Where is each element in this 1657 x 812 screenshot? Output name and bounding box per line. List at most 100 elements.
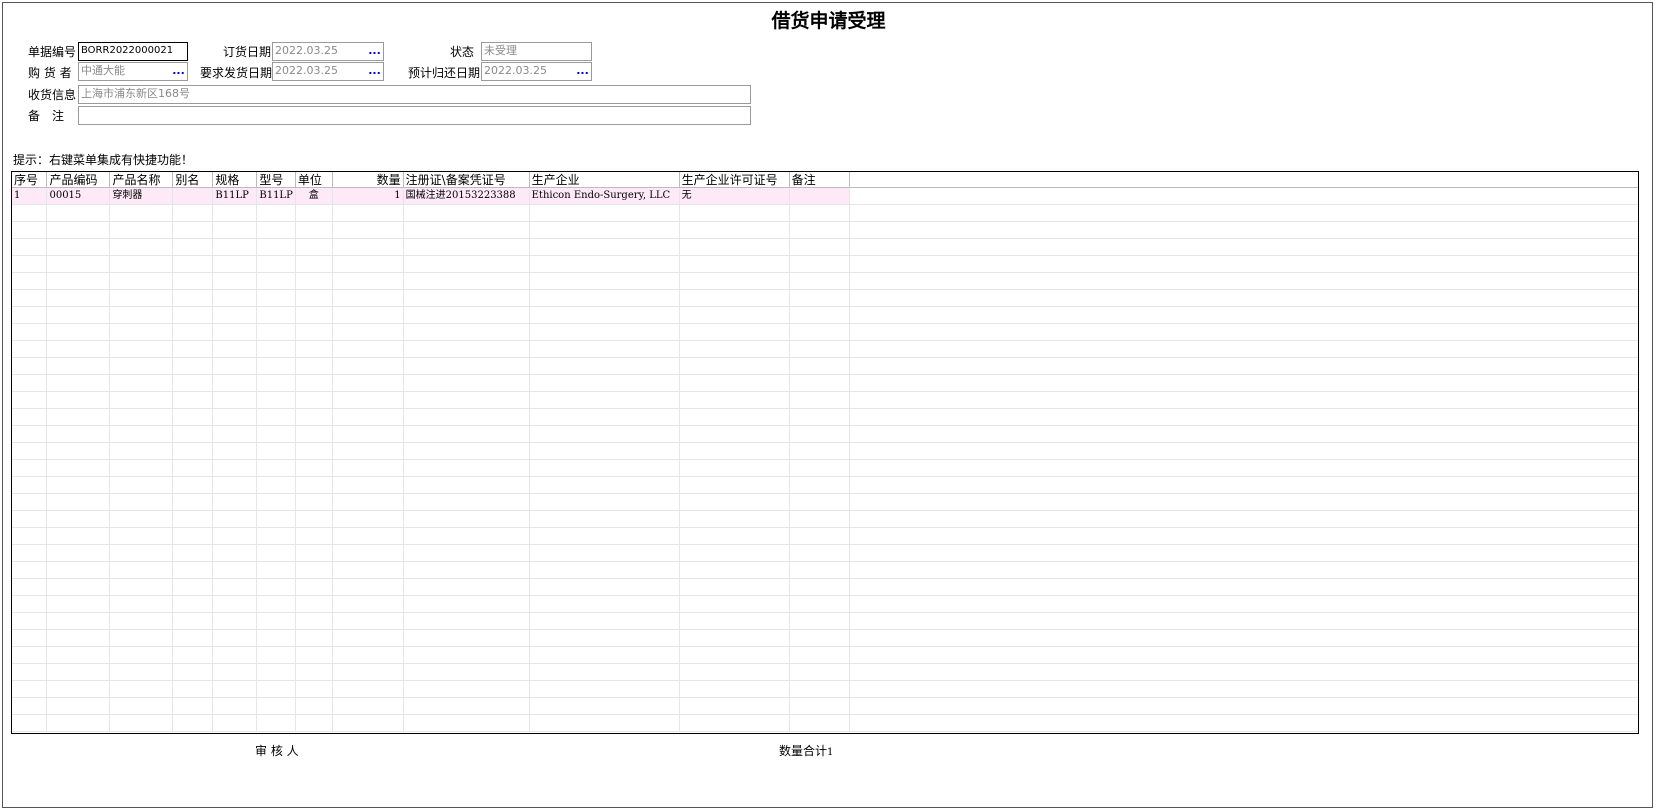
empty-table-row[interactable] <box>12 646 1638 664</box>
table-cell[interactable] <box>529 323 680 341</box>
table-cell[interactable] <box>172 510 214 528</box>
table-cell[interactable] <box>529 612 680 630</box>
table-cell[interactable] <box>256 612 296 630</box>
table-cell[interactable] <box>212 459 258 477</box>
table-cell[interactable] <box>212 425 258 443</box>
table-cell[interactable] <box>679 374 790 392</box>
table-cell[interactable] <box>679 323 790 341</box>
table-cell[interactable] <box>332 374 404 392</box>
return-date-field[interactable]: 2022.03.25 ... <box>481 62 592 81</box>
empty-table-row[interactable] <box>12 408 1638 426</box>
table-cell[interactable] <box>332 442 404 460</box>
table-cell[interactable] <box>529 391 680 409</box>
table-cell[interactable] <box>172 680 214 698</box>
table-cell[interactable] <box>172 289 214 307</box>
table-cell[interactable] <box>212 408 258 426</box>
table-cell[interactable] <box>12 663 48 681</box>
table-cell[interactable] <box>256 204 296 222</box>
grid-header-col[interactable]: 序号 <box>12 172 48 188</box>
table-cell[interactable] <box>529 374 680 392</box>
table-cell[interactable] <box>12 255 48 273</box>
table-cell[interactable] <box>172 561 214 579</box>
table-cell[interactable] <box>679 238 790 256</box>
table-cell[interactable] <box>172 578 214 596</box>
empty-table-row[interactable] <box>12 357 1638 375</box>
table-cell[interactable] <box>46 612 111 630</box>
empty-table-row[interactable] <box>12 391 1638 409</box>
table-cell[interactable] <box>172 374 214 392</box>
table-cell[interactable] <box>256 510 296 528</box>
table-cell[interactable] <box>295 714 333 732</box>
table-cell[interactable] <box>256 255 296 273</box>
table-cell[interactable] <box>529 289 680 307</box>
grid-header-col[interactable]: 型号 <box>256 172 296 188</box>
table-cell[interactable] <box>46 493 111 511</box>
table-cell[interactable] <box>529 697 680 715</box>
table-cell[interactable] <box>12 323 48 341</box>
table-cell[interactable] <box>109 238 174 256</box>
table-cell[interactable] <box>46 680 111 698</box>
table-cell[interactable] <box>256 476 296 494</box>
table-cell[interactable] <box>109 408 174 426</box>
table-cell[interactable] <box>46 391 111 409</box>
table-cell[interactable] <box>256 391 296 409</box>
empty-table-row[interactable] <box>12 714 1638 732</box>
table-cell[interactable] <box>12 459 48 477</box>
table-cell[interactable] <box>332 255 404 273</box>
table-cell[interactable] <box>172 221 214 239</box>
table-cell[interactable] <box>172 595 214 613</box>
empty-table-row[interactable] <box>12 425 1638 443</box>
table-cell[interactable] <box>789 544 851 562</box>
table-cell[interactable] <box>529 595 680 613</box>
table-cell[interactable] <box>172 459 214 477</box>
table-cell[interactable] <box>295 442 333 460</box>
table-cell[interactable] <box>529 357 680 375</box>
table-cell[interactable] <box>679 663 790 681</box>
table-cell[interactable] <box>212 272 258 290</box>
table-cell[interactable] <box>295 374 333 392</box>
table-cell[interactable] <box>172 238 214 256</box>
table-cell[interactable] <box>12 629 48 647</box>
table-cell[interactable] <box>529 425 680 443</box>
table-cell[interactable] <box>332 680 404 698</box>
table-cell[interactable] <box>12 476 48 494</box>
table-cell[interactable] <box>295 323 333 341</box>
table-cell[interactable] <box>789 204 851 222</box>
table-cell[interactable] <box>46 561 111 579</box>
table-cell[interactable] <box>212 238 258 256</box>
table-cell[interactable] <box>295 425 333 443</box>
table-cell[interactable] <box>172 391 214 409</box>
table-cell[interactable] <box>46 510 111 528</box>
table-cell[interactable] <box>529 561 680 579</box>
table-cell[interactable] <box>109 476 174 494</box>
table-cell[interactable] <box>256 221 296 239</box>
table-cell[interactable] <box>172 629 214 647</box>
table-cell[interactable] <box>172 612 214 630</box>
table-cell[interactable] <box>529 714 680 732</box>
table-cell[interactable] <box>256 561 296 579</box>
table-cell[interactable] <box>172 272 214 290</box>
table-cell[interactable] <box>12 289 48 307</box>
table-cell[interactable] <box>172 357 214 375</box>
table-cell[interactable] <box>529 493 680 511</box>
table-cell[interactable] <box>679 561 790 579</box>
table-cell[interactable] <box>172 663 214 681</box>
table-cell[interactable] <box>529 255 680 273</box>
empty-table-row[interactable] <box>12 238 1638 256</box>
table-cell[interactable] <box>332 612 404 630</box>
empty-table-row[interactable] <box>12 663 1638 681</box>
table-cell[interactable] <box>332 425 404 443</box>
table-cell[interactable] <box>212 527 258 545</box>
table-cell[interactable] <box>46 221 111 239</box>
table-cell[interactable] <box>529 340 680 358</box>
table-cell[interactable] <box>332 221 404 239</box>
table-cell[interactable] <box>295 612 333 630</box>
table-cell[interactable] <box>109 527 174 545</box>
table-cell[interactable] <box>403 663 530 681</box>
grid-header-col[interactable]: 数量 <box>332 172 404 188</box>
table-cell[interactable] <box>256 680 296 698</box>
table-cell[interactable] <box>256 459 296 477</box>
table-cell[interactable] <box>109 255 174 273</box>
table-cell[interactable] <box>109 510 174 528</box>
table-cell[interactable] <box>12 595 48 613</box>
